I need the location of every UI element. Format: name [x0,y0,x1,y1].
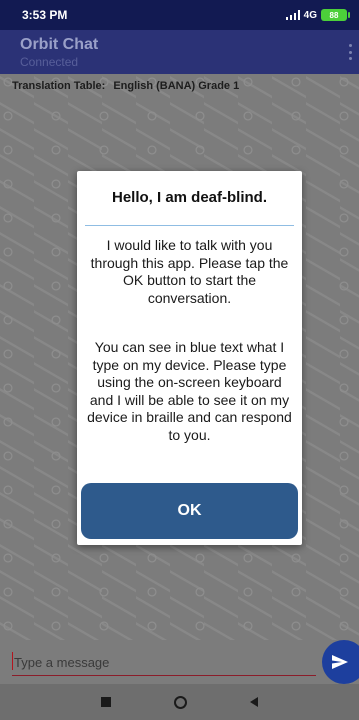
translation-table-info: Translation Table: English (BANA) Grade 1 [12,80,239,92]
intro-dialog: Hello, I am deaf-blind. I would like to … [77,171,302,545]
message-input[interactable] [12,650,316,676]
dialog-paragraph-1: I would like to talk with you through th… [90,237,289,306]
status-bar: 3:53 PM 4G 88 [0,0,359,30]
recent-apps-icon[interactable] [101,697,112,707]
system-nav-bar [0,684,359,720]
signal-icon [285,10,300,20]
dialog-paragraph-2: You can see in blue text what I type on … [87,339,292,443]
app-title: Orbit Chat [20,36,99,53]
home-icon[interactable] [173,695,187,709]
dialog-divider [85,225,294,226]
battery-icon: 88 [321,9,350,21]
translation-value: English (BANA) Grade 1 [113,80,240,92]
connection-status: Connected [20,55,79,69]
text-cursor [12,652,13,670]
more-vert-icon[interactable] [349,44,353,60]
message-input-row [0,640,359,684]
app-bar: Orbit Chat Connected [0,30,359,74]
status-icons: 4G 88 [285,9,350,21]
status-time: 3:53 PM [22,8,68,22]
back-icon[interactable] [249,697,258,707]
send-icon [332,655,348,669]
ok-button[interactable]: OK [81,483,298,539]
network-type: 4G [303,9,317,21]
translation-label: Translation Table: [12,80,106,92]
dialog-title: Hello, I am deaf-blind. [111,189,268,206]
send-button[interactable] [322,640,359,684]
battery-level: 88 [329,10,339,20]
